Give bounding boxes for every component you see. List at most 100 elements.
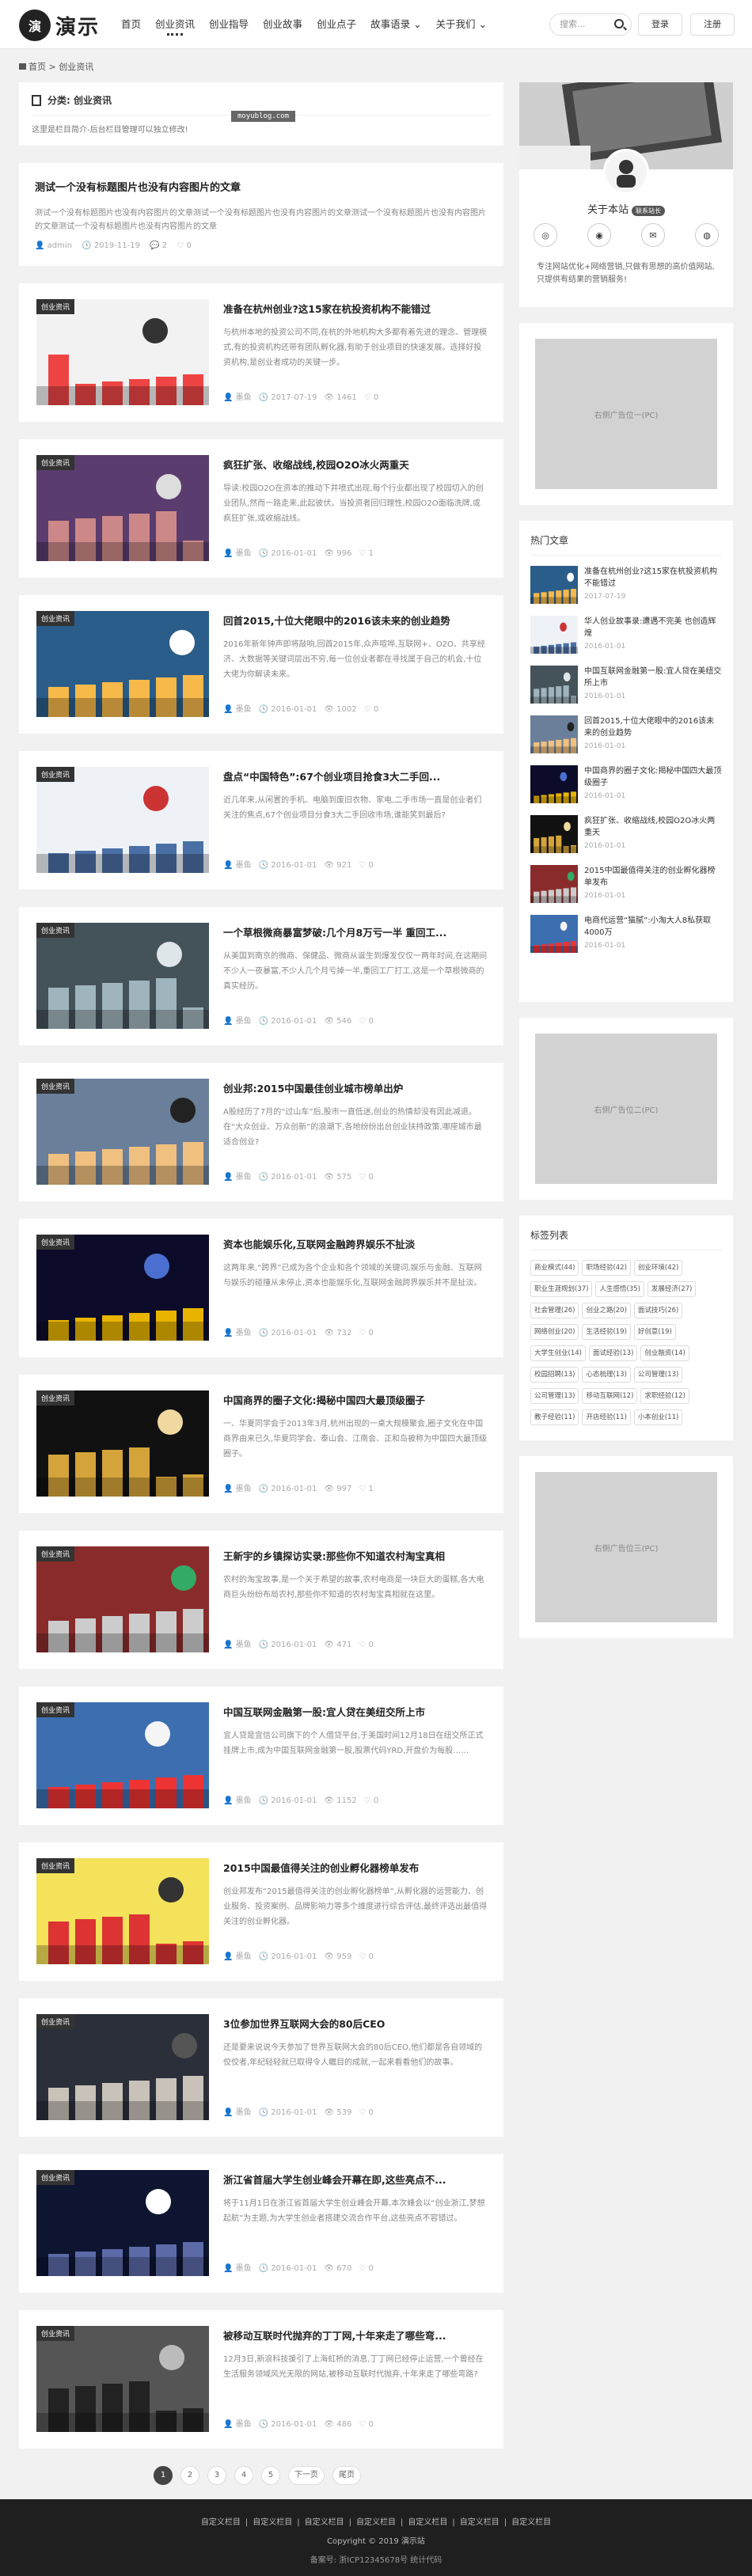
article-thumbnail[interactable]: 创业资讯 — [36, 611, 209, 717]
category-tag[interactable]: 创业资讯 — [36, 2014, 75, 2029]
hot-thumbnail[interactable] — [530, 715, 578, 753]
tag-link[interactable]: 人生感悟(35) — [595, 1281, 644, 1297]
article-title[interactable]: 准备在杭州创业?这15家在杭投资机构不能错过 — [223, 301, 488, 316]
footer-link[interactable]: 自定义栏目 — [305, 2518, 344, 2527]
tag-link[interactable]: 好创意(19) — [633, 1324, 676, 1340]
category-tag[interactable]: 创业资讯 — [36, 2170, 75, 2185]
article-card[interactable]: 创业资讯 浙江省首届大学生创业峰会开幕在即,这些亮点不... 将于11月1日在浙江省… — [19, 2154, 503, 2293]
tag-link[interactable]: 职场经验(42) — [582, 1260, 631, 1276]
hot-item-title[interactable]: 中国商界的圈子文化:揭秘中国四大最顶级圈子 — [584, 765, 722, 789]
tag-link[interactable]: 创业融资(14) — [640, 1345, 689, 1361]
hot-item[interactable]: 中国互联网金融第一股:宜人贷在美纽交所上市 2016-01-01 — [530, 666, 722, 705]
footer-link[interactable]: 自定义栏目 — [511, 2518, 551, 2527]
article-thumbnail[interactable]: 创业资讯 — [36, 455, 209, 561]
article-thumbnail[interactable]: 创业资讯 — [36, 1235, 209, 1341]
hot-thumbnail[interactable] — [530, 915, 578, 953]
hot-item[interactable]: 准备在杭州创业?这15家在杭投资机构不能错过 2017-07-19 — [530, 566, 722, 605]
category-tag[interactable]: 创业资讯 — [36, 299, 75, 314]
tag-link[interactable]: 网络创业(20) — [530, 1324, 579, 1340]
search-icon[interactable] — [614, 19, 624, 28]
tag-link[interactable]: 移动互联网(12) — [582, 1388, 638, 1404]
ad-slot-2[interactable]: 右侧广告位二(PC) — [519, 1018, 733, 1200]
article-title[interactable]: 创业邦:2015中国最佳创业城市榜单出炉 — [223, 1080, 488, 1095]
article-title[interactable]: 资本也能娱乐化,互联网金融跨界娱乐不扯淡 — [223, 1236, 488, 1251]
article-title[interactable]: 2015中国最值得关注的创业孵化器榜单发布 — [223, 1860, 488, 1875]
hot-item[interactable]: 回首2015,十位大佬眼中的2016该未来的创业趋势 2016-01-01 — [530, 715, 722, 755]
article-card[interactable]: 创业资讯 王新宇的乡镇探访实录:那些你不知道农村淘宝真相 农村的淘宝故事,是一个关于… — [19, 1531, 503, 1669]
nav-item-2[interactable]: 创业指导 — [202, 0, 256, 49]
site-logo[interactable]: 演 演示 — [19, 9, 100, 41]
category-tag[interactable]: 创业资讯 — [36, 2326, 75, 2341]
hot-item[interactable]: 华人创业故事录:遭遇不完美 也创造辉煌 2016-01-01 — [530, 616, 722, 655]
category-tag[interactable]: 创业资讯 — [36, 767, 75, 782]
article-title[interactable]: 中国商界的圈子文化:揭秘中国四大最顶级圈子 — [223, 1392, 488, 1407]
article-card[interactable]: 创业资讯 被移动互联时代抛弃的丁丁网,十年来走了哪些弯... 12月3日,新浪科技援… — [19, 2310, 503, 2449]
hot-thumbnail[interactable] — [530, 616, 578, 654]
tag-link[interactable]: 求职经验(12) — [640, 1388, 689, 1404]
article-title[interactable]: 盘点“中国特色”:67个创业项目抢食3大二手回... — [223, 768, 488, 783]
page-link-5[interactable]: 下一页 — [288, 2466, 325, 2485]
page-link-0[interactable]: 1 — [154, 2466, 173, 2485]
article-card[interactable]: 创业资讯 准备在杭州创业?这15家在杭投资机构不能错过 与杭州本地的投资公司不同,在… — [19, 283, 503, 422]
hot-item-title[interactable]: 2015中国最值得关注的创业孵化器榜单发布 — [584, 865, 722, 889]
article-card[interactable]: 创业资讯 一个草根微商暴富梦破:几个月8万亏一半 重回工... 从美国到南京的微商、… — [19, 907, 503, 1045]
article-card[interactable]: 创业资讯 盘点“中国特色”:67个创业项目抢食3大二手回... 近几年来,从闲置的手… — [19, 751, 503, 890]
breadcrumb-current[interactable]: 创业资讯 — [59, 62, 93, 72]
tag-link[interactable]: 公司管理(13) — [633, 1367, 683, 1383]
category-tag[interactable]: 创业资讯 — [36, 455, 75, 470]
tag-link[interactable]: 创业之路(20) — [582, 1303, 631, 1318]
article-thumbnail[interactable]: 创业资讯 — [36, 1702, 209, 1808]
page-link-3[interactable]: 4 — [234, 2466, 253, 2485]
category-tag[interactable]: 创业资讯 — [36, 1546, 75, 1561]
hot-item-title[interactable]: 疯狂扩张、收缩战线,校园O2O冰火两重天 — [584, 815, 722, 839]
article-title[interactable]: 王新宇的乡镇探访实录:那些你不知道农村淘宝真相 — [223, 1548, 488, 1563]
tag-link[interactable]: 开店经验(11) — [582, 1409, 631, 1425]
hot-item-title[interactable]: 电商代运营“猫腻”:小淘大人8私获取4000万 — [584, 915, 722, 939]
hot-item[interactable]: 2015中国最值得关注的创业孵化器榜单发布 2016-01-01 — [530, 865, 722, 905]
nav-item-6[interactable]: 关于我们 ⌄ — [429, 0, 494, 49]
category-tag[interactable]: 创业资讯 — [36, 1235, 75, 1250]
article-thumbnail[interactable]: 创业资讯 — [36, 923, 209, 1029]
article-card[interactable]: 创业资讯 回首2015,十位大佬眼中的2016该未来的创业趋势 2016年新年钟声即… — [19, 595, 503, 734]
footer-link[interactable]: 自定义栏目 — [460, 2518, 499, 2527]
register-button[interactable]: 注册 — [690, 13, 735, 36]
article-card[interactable]: 创业资讯 3位参加世界互联网大会的80后CEO 还是要来说说今天参加了世界互联网大会… — [19, 1998, 503, 2137]
nav-item-1[interactable]: 创业资讯 — [148, 0, 202, 49]
tag-link[interactable]: 社会管理(26) — [530, 1303, 579, 1318]
hot-item-title[interactable]: 华人创业故事录:遭遇不完美 也创造辉煌 — [584, 616, 722, 639]
footer-link[interactable]: 自定义栏目 — [201, 2518, 241, 2527]
tag-link[interactable]: 商业模式(44) — [530, 1260, 579, 1276]
qq-icon[interactable]: ◎ — [534, 223, 557, 247]
article-thumbnail[interactable]: 创业资讯 — [36, 2014, 209, 2120]
article-title[interactable]: 一个草根微商暴富梦破:几个月8万亏一半 重回工... — [223, 924, 488, 939]
article-title[interactable]: 3位参加世界互联网大会的80后CEO — [223, 2016, 488, 2031]
article-thumbnail[interactable]: 创业资讯 — [36, 299, 209, 405]
tag-link[interactable]: 创业环境(42) — [633, 1260, 683, 1276]
page-link-6[interactable]: 尾页 — [332, 2466, 361, 2485]
category-tag[interactable]: 创业资讯 — [36, 1079, 75, 1094]
nav-item-5[interactable]: 故事语录 ⌄ — [363, 0, 428, 49]
category-tag[interactable]: 创业资讯 — [36, 1390, 75, 1406]
contact-badge[interactable]: 联系站长 — [632, 206, 665, 216]
article-title[interactable]: 中国互联网金融第一股:宜人贷在美纽交所上市 — [223, 1704, 488, 1719]
footer-link[interactable]: 自定义栏目 — [356, 2518, 396, 2527]
article-title[interactable]: 疯狂扩张、收缩战线,校园O2O冰火两重天 — [223, 457, 488, 472]
page-link-4[interactable]: 5 — [261, 2466, 280, 2485]
article-title[interactable]: 回首2015,十位大佬眼中的2016该未来的创业趋势 — [223, 613, 488, 628]
tag-link[interactable]: 生活经验(19) — [582, 1324, 631, 1340]
hot-item[interactable]: 中国商界的圈子文化:揭秘中国四大最顶级圈子 2016-01-01 — [530, 765, 722, 805]
nav-item-0[interactable]: 首页 — [114, 0, 148, 49]
article-title[interactable]: 被移动互联时代抛弃的丁丁网,十年来走了哪些弯... — [223, 2328, 488, 2343]
tag-link[interactable]: 发展经济(27) — [647, 1281, 697, 1297]
category-tag[interactable]: 创业资讯 — [36, 1702, 75, 1717]
hot-item[interactable]: 电商代运营“猫腻”:小淘大人8私获取4000万 2016-01-01 — [530, 915, 722, 954]
ad-slot-3[interactable]: 右侧广告位三(PC) — [519, 1456, 733, 1638]
search-input[interactable]: 搜索... — [549, 13, 632, 36]
breadcrumb-home[interactable]: 首页 — [28, 62, 46, 72]
tag-link[interactable]: 大学生创业(14) — [530, 1345, 586, 1361]
tag-link[interactable]: 面试经验(13) — [588, 1345, 638, 1361]
article-thumbnail[interactable]: 创业资讯 — [36, 1858, 209, 1964]
email-icon[interactable]: ✉ — [641, 223, 665, 247]
category-tag[interactable]: 创业资讯 — [36, 923, 75, 938]
article-card[interactable]: 创业资讯 中国互联网金融第一股:宜人贷在美纽交所上市 宜人贷是宜信公司旗下的个人借贷… — [19, 1686, 503, 1825]
